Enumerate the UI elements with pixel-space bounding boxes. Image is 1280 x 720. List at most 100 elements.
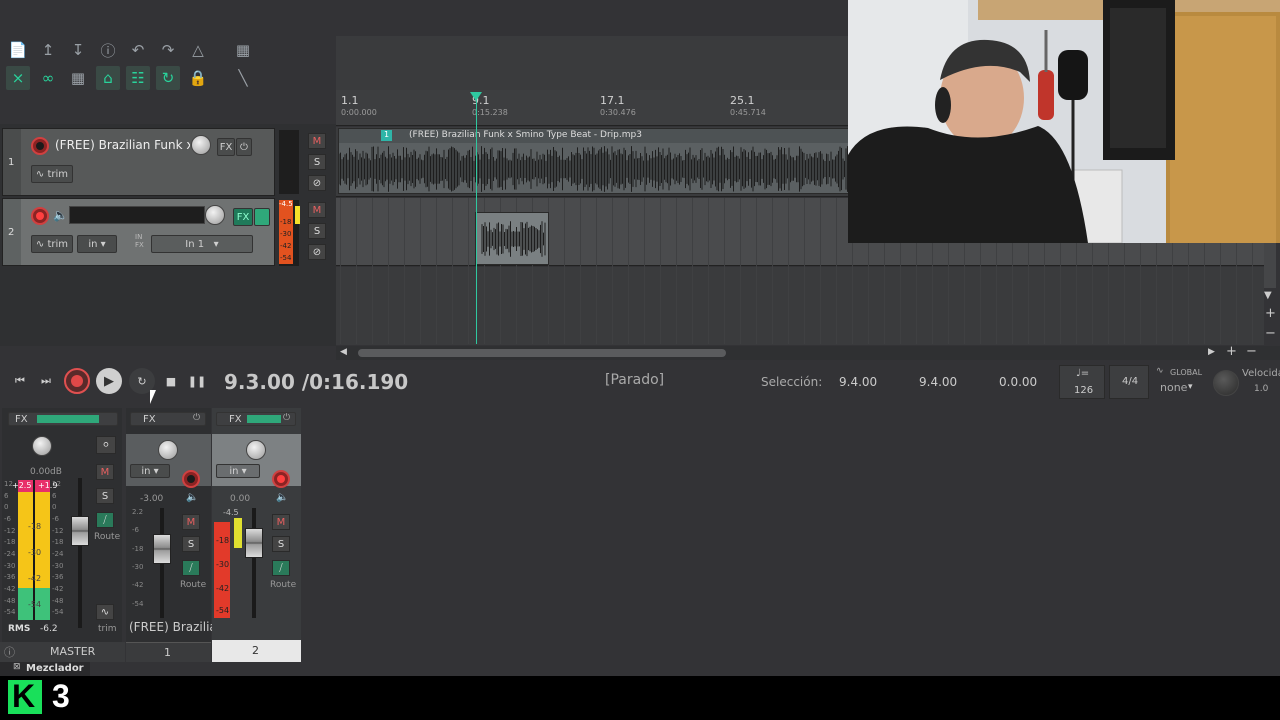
solo-button[interactable]: S <box>182 536 200 552</box>
scroll-down-icon[interactable]: ▼ <box>1264 290 1272 301</box>
route-icon[interactable]: ⧸ <box>272 560 290 576</box>
record-arm-button[interactable] <box>182 470 200 488</box>
ripple-edit-icon[interactable]: ⨯ <box>6 66 30 90</box>
redo-icon[interactable]: ↷ <box>156 38 180 62</box>
zoom-out-icon[interactable]: − <box>1265 326 1276 341</box>
input-select[interactable]: in ▾ <box>216 464 260 478</box>
skip-start-icon[interactable]: ⏮ <box>7 368 33 394</box>
pan-knob[interactable] <box>246 440 266 460</box>
record-button[interactable] <box>64 368 90 394</box>
power-icon[interactable]: ⏻ <box>236 138 252 156</box>
rate-value[interactable]: 1.0 <box>1254 384 1268 394</box>
fx-button[interactable]: FX <box>8 412 118 426</box>
open-icon[interactable]: ↥ <box>36 38 60 62</box>
volume-knob[interactable] <box>191 135 211 155</box>
link-icon[interactable]: ∞ <box>36 66 60 90</box>
recorded-item[interactable] <box>475 212 549 265</box>
pause-icon[interactable]: ❚❚ <box>184 368 210 394</box>
record-arm-button[interactable] <box>272 470 290 488</box>
trim-label[interactable]: trim <box>98 624 117 634</box>
monitor-icon[interactable]: 🔈 <box>276 492 288 503</box>
fx-button[interactable]: FX ⏻ <box>216 412 296 426</box>
selection-length[interactable]: 0.0.00 <box>999 375 1037 389</box>
input-monitor-select[interactable]: in ▾ <box>77 235 117 253</box>
horizontal-scrollbar[interactable]: ◀ ▶ + − <box>336 344 1280 360</box>
close-icon[interactable]: ⊠ <box>13 662 21 672</box>
channel-fader[interactable] <box>153 534 171 564</box>
time-signature-box[interactable]: 4/4 <box>1109 365 1149 399</box>
grid-icon[interactable]: ▦ <box>231 38 255 62</box>
fx-enable-toggle[interactable] <box>254 208 270 226</box>
record-arm-button[interactable] <box>31 207 49 225</box>
loop-icon[interactable]: ↻ <box>156 66 180 90</box>
record-arm-button[interactable] <box>31 137 49 155</box>
pan-knob[interactable] <box>158 440 178 460</box>
skip-end-icon[interactable]: ⏭ <box>33 368 59 394</box>
volume-knob[interactable] <box>205 205 225 225</box>
fx-button[interactable]: FX <box>217 138 235 156</box>
selection-end[interactable]: 9.4.00 <box>919 375 957 389</box>
solo-button[interactable]: S <box>308 223 326 239</box>
master-volume[interactable]: 0.00dB <box>30 467 62 477</box>
mixer-dock-tab[interactable]: ⊠ Mezclador <box>0 662 90 676</box>
metronome-icon[interactable]: △ <box>186 38 210 62</box>
trim-tool-icon[interactable]: ╲ <box>231 66 255 90</box>
zoom-out-icon[interactable]: − <box>1246 344 1257 359</box>
phase-icon[interactable]: ⊘ <box>308 244 326 260</box>
track-2-header[interactable]: 2 🔈 FX ∿ trim in ▾ IN FX In 1 ▾ <box>2 198 275 266</box>
fx-button[interactable]: FX ⏻ <box>130 412 206 426</box>
solo-button[interactable]: S <box>308 154 326 170</box>
channel-volume[interactable]: -3.00 <box>140 494 163 504</box>
solo-button[interactable]: S <box>96 488 114 504</box>
zoom-in-icon[interactable]: + <box>1226 344 1237 359</box>
channel-number-tab[interactable]: 2 <box>212 640 301 662</box>
input-fx-button[interactable]: IN FX <box>135 233 149 249</box>
mute-button[interactable]: M <box>96 464 114 480</box>
snap-icon[interactable]: ▦ <box>66 66 90 90</box>
new-file-icon[interactable]: 📄 <box>6 38 30 62</box>
scroll-right-icon[interactable]: ▶ <box>1208 347 1215 357</box>
lock-items-icon[interactable]: ⌂ <box>96 66 120 90</box>
channel-volume[interactable]: 0.00 <box>230 494 250 504</box>
fx-button[interactable]: FX <box>233 208 253 226</box>
scroll-thumb[interactable] <box>358 349 726 357</box>
grid-lines-icon[interactable]: ☷ <box>126 66 150 90</box>
info-icon[interactable]: ⓘ <box>4 644 15 660</box>
route-icon[interactable]: ⧸ <box>96 512 114 528</box>
route-label[interactable]: Route <box>180 580 206 590</box>
zoom-in-icon[interactable]: + <box>1265 306 1276 321</box>
input-select[interactable]: In 1 ▾ <box>151 235 253 253</box>
chevron-down-icon[interactable]: ▾ <box>1188 382 1193 392</box>
mute-button[interactable]: M <box>182 514 200 530</box>
automation-button[interactable]: ∿ trim <box>31 165 73 183</box>
input-select[interactable]: in ▾ <box>130 464 170 478</box>
scroll-left-icon[interactable]: ◀ <box>340 347 347 357</box>
mute-button[interactable]: M <box>272 514 290 530</box>
selection-start[interactable]: 9.4.00 <box>839 375 877 389</box>
lock-icon[interactable]: 🔒 <box>186 66 210 90</box>
route-label[interactable]: Route <box>94 532 120 542</box>
solo-button[interactable]: S <box>272 536 290 552</box>
global-automation-select[interactable]: none <box>1160 381 1187 394</box>
stop-icon[interactable]: ■ <box>158 368 184 394</box>
pan-knob[interactable] <box>32 436 52 456</box>
playrate-knob[interactable] <box>1213 370 1239 396</box>
power-icon[interactable]: ⏻ <box>193 413 200 423</box>
save-icon[interactable]: ↧ <box>66 38 90 62</box>
play-button[interactable]: ▶ <box>96 368 122 394</box>
channel-fader[interactable] <box>245 528 263 558</box>
phase-icon[interactable]: ⊘ <box>308 175 326 191</box>
mute-button[interactable]: M <box>308 133 326 149</box>
stereo-icon[interactable]: ⚪ <box>96 436 116 454</box>
envelope-icon[interactable]: ∿ <box>96 604 114 620</box>
monitor-icon[interactable]: 🔈 <box>186 492 198 503</box>
route-icon[interactable]: ⧸ <box>182 560 200 576</box>
monitor-icon[interactable]: 🔈 <box>53 208 68 222</box>
track-name-field[interactable] <box>69 206 205 224</box>
master-fader[interactable] <box>71 516 89 546</box>
position-display[interactable]: 9.3.00 /0:16.190 <box>224 370 408 394</box>
power-icon[interactable]: ⏻ <box>283 413 290 423</box>
info-icon[interactable]: ⓘ <box>96 38 120 62</box>
track-name[interactable]: (FREE) Brazilian Funk x S <box>55 138 190 152</box>
audio-item[interactable]: 1 (FREE) Brazilian Funk x Smino Type Bea… <box>338 128 851 194</box>
